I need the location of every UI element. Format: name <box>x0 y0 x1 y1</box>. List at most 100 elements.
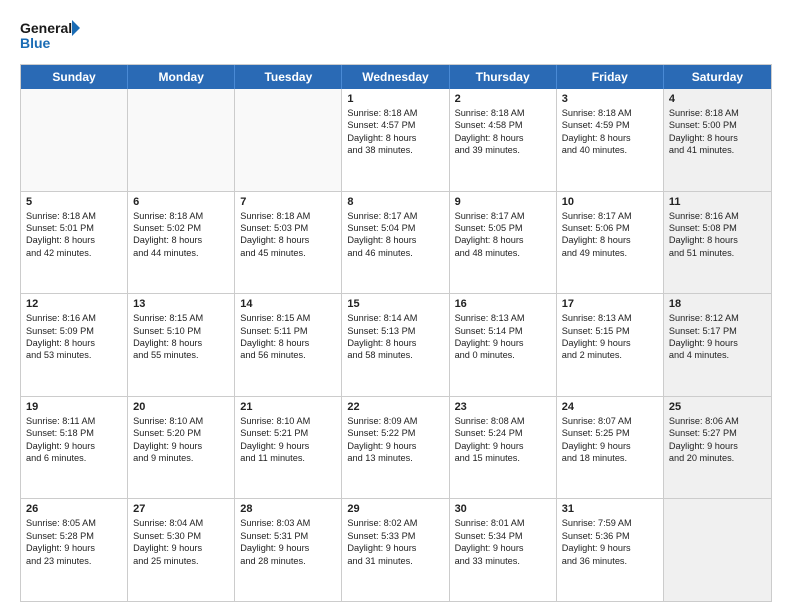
day-info-4: Sunrise: 8:18 AMSunset: 5:00 PMDaylight:… <box>669 107 766 157</box>
day-22: 22 Sunrise: 8:09 AMSunset: 5:22 PMDayligh… <box>342 397 449 499</box>
day-number-18: 18 <box>669 298 766 310</box>
day-number-26: 26 <box>26 503 122 515</box>
header-day-friday: Friday <box>557 65 664 89</box>
empty-cell-4-6 <box>664 499 771 601</box>
header: General Blue <box>20 18 772 54</box>
day-info-11: Sunrise: 8:16 AMSunset: 5:08 PMDaylight:… <box>669 210 766 260</box>
day-info-22: Sunrise: 8:09 AMSunset: 5:22 PMDaylight:… <box>347 415 443 465</box>
day-17: 17Sunrise: 8:13 AMSunset: 5:15 PMDayligh… <box>557 294 664 396</box>
day-18: 18 Sunrise: 8:12 AMSunset: 5:17 PMDayligh… <box>664 294 771 396</box>
day-19: 19 Sunrise: 8:11 AMSunset: 5:18 PMDayligh… <box>21 397 128 499</box>
week-4: 19 Sunrise: 8:11 AMSunset: 5:18 PMDayligh… <box>21 397 771 500</box>
empty-cell-0-1 <box>128 89 235 191</box>
day-info-30: Sunrise: 8:01 AMSunset: 5:34 PMDaylight:… <box>455 517 551 567</box>
day-info-16: Sunrise: 8:13 AMSunset: 5:14 PMDaylight:… <box>455 312 551 362</box>
svg-text:General: General <box>20 20 72 36</box>
header-day-sunday: Sunday <box>21 65 128 89</box>
day-info-18: Sunrise: 8:12 AMSunset: 5:17 PMDaylight:… <box>669 312 766 362</box>
day-info-8: Sunrise: 8:17 AMSunset: 5:04 PMDaylight:… <box>347 210 443 260</box>
day-16: 16 Sunrise: 8:13 AMSunset: 5:14 PMDayligh… <box>450 294 557 396</box>
week-5: 26 Sunrise: 8:05 AMSunset: 5:28 PMDayligh… <box>21 499 771 601</box>
day-10: 10 Sunrise: 8:17 AMSunset: 5:06 PMDayligh… <box>557 192 664 294</box>
day-1: 1Sunrise: 8:18 AMSunset: 4:57 PMDaylight… <box>342 89 449 191</box>
day-29: 29Sunrise: 8:02 AMSunset: 5:33 PMDayligh… <box>342 499 449 601</box>
day-number-21: 21 <box>240 401 336 413</box>
day-number-5: 5 <box>26 196 122 208</box>
day-info-19: Sunrise: 8:11 AMSunset: 5:18 PMDaylight:… <box>26 415 122 465</box>
day-6: 6 Sunrise: 8:18 AMSunset: 5:02 PMDaylight… <box>128 192 235 294</box>
week-2: 5 Sunrise: 8:18 AMSunset: 5:01 PMDaylight… <box>21 192 771 295</box>
day-number-31: 31 <box>562 503 658 515</box>
day-14: 14 Sunrise: 8:15 AMSunset: 5:11 PMDayligh… <box>235 294 342 396</box>
day-info-1: Sunrise: 8:18 AMSunset: 4:57 PMDaylight:… <box>347 107 443 157</box>
day-info-13: Sunrise: 8:15 AMSunset: 5:10 PMDaylight:… <box>133 312 229 362</box>
logo: General Blue <box>20 18 80 54</box>
day-info-7: Sunrise: 8:18 AMSunset: 5:03 PMDaylight:… <box>240 210 336 260</box>
day-7: 7 Sunrise: 8:18 AMSunset: 5:03 PMDaylight… <box>235 192 342 294</box>
day-number-27: 27 <box>133 503 229 515</box>
day-info-27: Sunrise: 8:04 AMSunset: 5:30 PMDaylight:… <box>133 517 229 567</box>
day-info-2: Sunrise: 8:18 AMSunset: 4:58 PMDaylight:… <box>455 107 551 157</box>
day-info-20: Sunrise: 8:10 AMSunset: 5:20 PMDaylight:… <box>133 415 229 465</box>
day-11: 11 Sunrise: 8:16 AMSunset: 5:08 PMDayligh… <box>664 192 771 294</box>
day-info-12: Sunrise: 8:16 AMSunset: 5:09 PMDaylight:… <box>26 312 122 362</box>
day-info-25: Sunrise: 8:06 AMSunset: 5:27 PMDaylight:… <box>669 415 766 465</box>
day-5: 5 Sunrise: 8:18 AMSunset: 5:01 PMDaylight… <box>21 192 128 294</box>
empty-cell-0-2 <box>235 89 342 191</box>
day-number-4: 4 <box>669 93 766 105</box>
header-day-thursday: Thursday <box>450 65 557 89</box>
day-26: 26 Sunrise: 8:05 AMSunset: 5:28 PMDayligh… <box>21 499 128 601</box>
day-number-13: 13 <box>133 298 229 310</box>
day-number-7: 7 <box>240 196 336 208</box>
day-number-22: 22 <box>347 401 443 413</box>
day-number-2: 2 <box>455 93 551 105</box>
day-25: 25 Sunrise: 8:06 AMSunset: 5:27 PMDayligh… <box>664 397 771 499</box>
day-info-26: Sunrise: 8:05 AMSunset: 5:28 PMDaylight:… <box>26 517 122 567</box>
day-number-6: 6 <box>133 196 229 208</box>
day-number-19: 19 <box>26 401 122 413</box>
page: General Blue SundayMondayTuesdayWednesda… <box>0 0 792 612</box>
day-number-8: 8 <box>347 196 443 208</box>
day-number-24: 24 <box>562 401 658 413</box>
day-4: 4 Sunrise: 8:18 AMSunset: 5:00 PMDaylight… <box>664 89 771 191</box>
day-info-14: Sunrise: 8:15 AMSunset: 5:11 PMDaylight:… <box>240 312 336 362</box>
day-2: 2 Sunrise: 8:18 AMSunset: 4:58 PMDaylight… <box>450 89 557 191</box>
day-info-29: Sunrise: 8:02 AMSunset: 5:33 PMDaylight:… <box>347 517 443 567</box>
header-day-monday: Monday <box>128 65 235 89</box>
calendar-header: SundayMondayTuesdayWednesdayThursdayFrid… <box>21 65 771 89</box>
day-info-10: Sunrise: 8:17 AMSunset: 5:06 PMDaylight:… <box>562 210 658 260</box>
day-info-28: Sunrise: 8:03 AMSunset: 5:31 PMDaylight:… <box>240 517 336 567</box>
day-number-28: 28 <box>240 503 336 515</box>
day-info-6: Sunrise: 8:18 AMSunset: 5:02 PMDaylight:… <box>133 210 229 260</box>
day-27: 27 Sunrise: 8:04 AMSunset: 5:30 PMDayligh… <box>128 499 235 601</box>
day-number-23: 23 <box>455 401 551 413</box>
day-number-25: 25 <box>669 401 766 413</box>
day-30: 30 Sunrise: 8:01 AMSunset: 5:34 PMDayligh… <box>450 499 557 601</box>
day-info-9: Sunrise: 8:17 AMSunset: 5:05 PMDaylight:… <box>455 210 551 260</box>
day-number-16: 16 <box>455 298 551 310</box>
day-number-30: 30 <box>455 503 551 515</box>
header-day-wednesday: Wednesday <box>342 65 449 89</box>
week-3: 12Sunrise: 8:16 AMSunset: 5:09 PMDayligh… <box>21 294 771 397</box>
day-info-24: Sunrise: 8:07 AMSunset: 5:25 PMDaylight:… <box>562 415 658 465</box>
day-info-21: Sunrise: 8:10 AMSunset: 5:21 PMDaylight:… <box>240 415 336 465</box>
week-1: 1Sunrise: 8:18 AMSunset: 4:57 PMDaylight… <box>21 89 771 192</box>
day-number-10: 10 <box>562 196 658 208</box>
day-8: 8 Sunrise: 8:17 AMSunset: 5:04 PMDaylight… <box>342 192 449 294</box>
day-number-9: 9 <box>455 196 551 208</box>
day-28: 28 Sunrise: 8:03 AMSunset: 5:31 PMDayligh… <box>235 499 342 601</box>
day-23: 23Sunrise: 8:08 AMSunset: 5:24 PMDayligh… <box>450 397 557 499</box>
day-number-17: 17 <box>562 298 658 310</box>
calendar-body: 1Sunrise: 8:18 AMSunset: 4:57 PMDaylight… <box>21 89 771 601</box>
day-number-3: 3 <box>562 93 658 105</box>
svg-text:Blue: Blue <box>20 35 51 51</box>
day-number-14: 14 <box>240 298 336 310</box>
day-3: 3Sunrise: 8:18 AMSunset: 4:59 PMDaylight… <box>557 89 664 191</box>
day-24: 24 Sunrise: 8:07 AMSunset: 5:25 PMDayligh… <box>557 397 664 499</box>
day-13: 13 Sunrise: 8:15 AMSunset: 5:10 PMDayligh… <box>128 294 235 396</box>
header-day-saturday: Saturday <box>664 65 771 89</box>
day-info-5: Sunrise: 8:18 AMSunset: 5:01 PMDaylight:… <box>26 210 122 260</box>
day-20: 20Sunrise: 8:10 AMSunset: 5:20 PMDayligh… <box>128 397 235 499</box>
day-number-11: 11 <box>669 196 766 208</box>
header-day-tuesday: Tuesday <box>235 65 342 89</box>
